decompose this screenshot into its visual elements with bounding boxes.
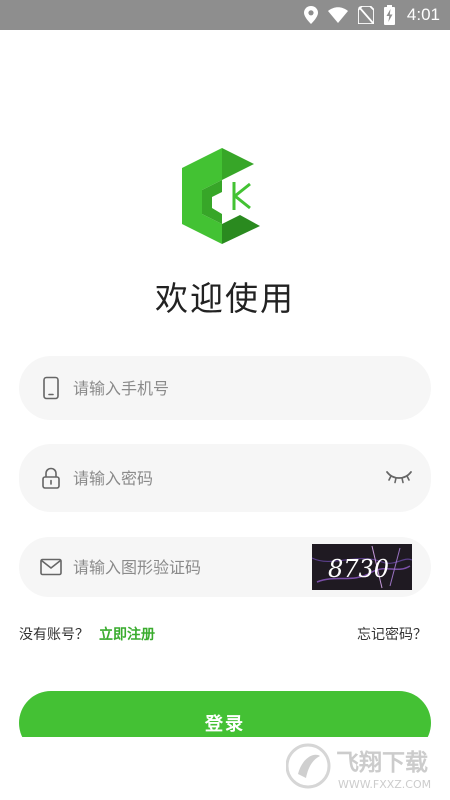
captcha-field: 8730 xyxy=(19,537,431,597)
account-links: 没有账号？ 立即注册 忘记密码？ xyxy=(19,624,427,644)
page-title: 欢迎使用 xyxy=(155,279,295,318)
phone-icon xyxy=(43,376,59,400)
eye-closed-icon[interactable] xyxy=(385,466,413,486)
wifi-icon xyxy=(327,7,348,23)
status-time: 4:01 xyxy=(406,5,440,24)
password-field xyxy=(19,444,431,512)
phone-input[interactable] xyxy=(73,373,313,403)
app-logo xyxy=(182,148,260,244)
watermark-url: WWW.FXXZ.COM xyxy=(338,778,431,791)
status-icons: 4:01 xyxy=(303,5,440,25)
captcha-noise: 8730 xyxy=(312,544,412,590)
watermark-brand: 飞翔下载 xyxy=(336,749,428,776)
lock-icon xyxy=(42,467,60,489)
phone-field xyxy=(19,356,431,420)
battery-charging-icon xyxy=(383,5,395,25)
captcha-image[interactable]: 8730 xyxy=(312,544,412,590)
no-sim-icon xyxy=(357,6,374,24)
no-account-text: 没有账号？ xyxy=(19,627,89,643)
forgot-password-link[interactable]: 忘记密码？ xyxy=(357,624,427,644)
status-bar: 4:01 xyxy=(0,0,450,30)
mail-icon xyxy=(40,558,62,576)
captcha-input[interactable] xyxy=(73,552,313,582)
location-icon xyxy=(303,6,318,24)
captcha-text: 8730 xyxy=(328,555,389,583)
watermark: 飞翔下载 WWW.FXXZ.COM xyxy=(286,743,431,791)
password-input[interactable] xyxy=(73,463,313,493)
register-link[interactable]: 立即注册 xyxy=(99,627,155,643)
